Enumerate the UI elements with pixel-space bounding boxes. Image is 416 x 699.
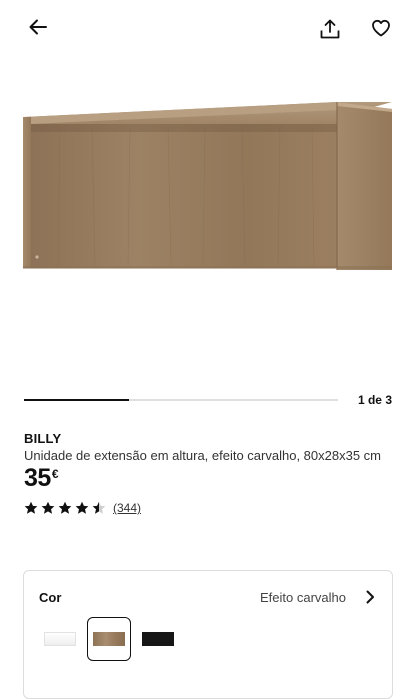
review-count-link[interactable]: (344) xyxy=(113,501,141,515)
swatch-sample-black xyxy=(142,632,174,646)
star-icon xyxy=(58,501,72,514)
favorite-button[interactable] xyxy=(365,12,397,44)
price-currency: € xyxy=(51,467,59,481)
color-swatch-oak[interactable] xyxy=(87,617,131,661)
shelf-illustration xyxy=(23,102,392,270)
price-integer: 35 xyxy=(24,464,51,492)
selected-color-value: Efeito carvalho xyxy=(260,590,346,605)
color-picker-card[interactable]: Cor Efeito carvalho xyxy=(23,570,393,699)
heart-outline-icon xyxy=(372,19,390,37)
arrow-left-icon xyxy=(29,19,47,35)
star-icon xyxy=(41,501,55,514)
gallery-counter: 1 de 3 xyxy=(357,393,392,407)
star-icon xyxy=(75,501,89,514)
color-swatch-black[interactable] xyxy=(136,617,180,661)
product-image[interactable] xyxy=(0,56,416,386)
swatch-sample-oak xyxy=(93,632,125,646)
gallery-progress-track xyxy=(24,399,338,401)
back-button[interactable] xyxy=(22,11,54,43)
rating-stars xyxy=(24,501,106,515)
chevron-right-icon[interactable] xyxy=(362,589,378,605)
star-icon xyxy=(92,501,106,514)
color-label: Cor xyxy=(39,590,62,605)
share-button[interactable] xyxy=(314,13,346,45)
color-swatch-white[interactable] xyxy=(38,617,82,661)
product-rating[interactable]: (344) xyxy=(24,500,141,516)
share-upload-icon xyxy=(320,19,340,39)
product-description: Unidade de extensão em altura, efeito ca… xyxy=(24,448,381,463)
top-bar xyxy=(0,0,416,56)
swatch-sample-white xyxy=(44,632,76,646)
star-icon xyxy=(24,501,38,514)
gallery-progress-fill xyxy=(24,399,129,401)
product-price: 35€ xyxy=(24,464,59,493)
product-name: BILLY xyxy=(24,431,62,446)
